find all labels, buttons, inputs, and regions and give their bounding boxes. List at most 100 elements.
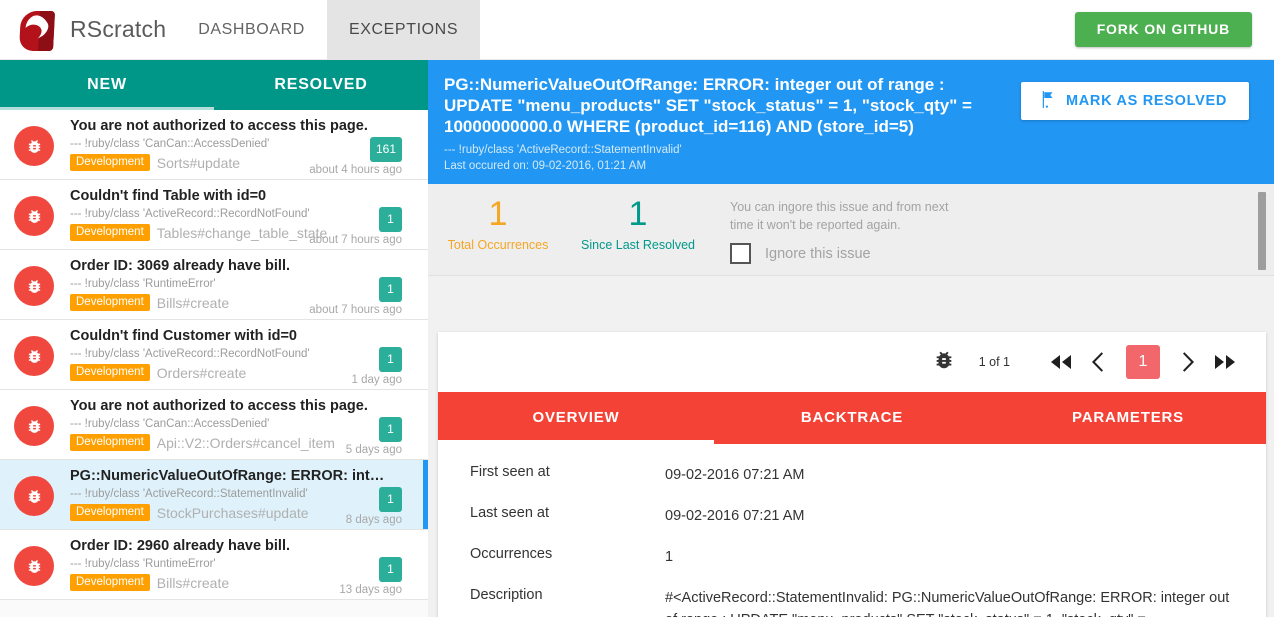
exception-item-class: --- !ruby/class 'RuntimeError' — [70, 558, 216, 570]
exception-item-action: Tables#change_table_state — [156, 224, 328, 241]
pager-page-1[interactable]: 1 — [1126, 345, 1160, 379]
detail-tabs: OVERVIEW BACKTRACE PARAMETERS — [438, 392, 1266, 444]
pager-prev-button[interactable] — [1080, 346, 1118, 378]
environment-badge: Development — [70, 224, 150, 241]
nav-tab-exceptions[interactable]: EXCEPTIONS — [326, 0, 481, 60]
overview-row-value: 09-02-2016 07:21 AM — [665, 467, 805, 483]
bug-icon — [933, 349, 979, 376]
total-occurrences-value: 1 — [488, 195, 508, 233]
exception-item-time: 8 days ago — [345, 514, 402, 526]
brand-logo-link[interactable]: RScratch — [0, 0, 176, 60]
exception-list-item[interactable]: Couldn't find Table with id=0 --- !ruby/c… — [0, 180, 428, 250]
exception-list-item[interactable]: Couldn't find Customer with id=0 --- !rub… — [0, 320, 428, 390]
bug-icon — [14, 476, 54, 516]
pager-next-button[interactable] — [1168, 346, 1206, 378]
overview-row-value: 1 — [665, 549, 674, 565]
exception-item-body: You are not authorized to access this pa… — [70, 117, 416, 180]
ignore-issue-note: You can ingore this issue and from next … — [730, 200, 949, 232]
tab-parameters[interactable]: PARAMETERS — [990, 392, 1266, 444]
exception-list-item[interactable]: Order ID: 2960 already have bill. --- !ru… — [0, 530, 428, 600]
exception-list-item[interactable]: You are not authorized to access this pa… — [0, 110, 428, 180]
mark-as-resolved-label: MARK AS RESOLVED — [1065, 93, 1227, 109]
exception-item-class: --- !ruby/class 'RuntimeError' — [70, 278, 216, 290]
environment-badge: Development — [70, 364, 150, 381]
exception-item-title: Order ID: 2960 already have bill. — [70, 538, 291, 554]
exception-item-body: PG::NumericValueOutOfRange: ERROR: integ… — [70, 467, 416, 530]
exception-pager: 1 of 1 1 — [438, 332, 1266, 392]
overview-row: Last seen at 09-02-2016 07:21 AM — [470, 505, 1266, 527]
ignore-issue-checkbox[interactable] — [730, 243, 751, 264]
brand-name: RScratch — [70, 16, 167, 42]
ignore-issue-row[interactable]: Ignore this issue — [730, 243, 960, 264]
exception-item-time: about 7 hours ago — [309, 234, 402, 246]
overview-row-label: Last seen at — [470, 505, 549, 521]
rscratch-logo-icon — [18, 8, 58, 52]
exception-list-item[interactable]: Order ID: 3069 already have bill. --- !ru… — [0, 250, 428, 320]
exceptions-sidebar: NEW RESOLVED You are not authorized to a… — [0, 60, 428, 617]
exception-item-time: about 7 hours ago — [309, 304, 402, 316]
exception-item-time: about 4 hours ago — [309, 164, 402, 176]
flag-icon — [1039, 90, 1066, 112]
exception-overview-card: 1 of 1 1 OVERVIEW BACKTRACE PARAMETERS F… — [438, 332, 1266, 617]
bug-icon — [14, 126, 54, 166]
exception-item-time: 13 days ago — [339, 584, 402, 596]
overview-row-value: #<ActiveRecord::StatementInvalid: PG::Nu… — [665, 590, 1230, 617]
exception-list-item[interactable]: You are not authorized to access this pa… — [0, 390, 428, 460]
exception-list[interactable]: You are not authorized to access this pa… — [0, 110, 428, 617]
exception-item-action: Orders#create — [156, 364, 247, 381]
exception-occurrence-badge: 1 — [379, 417, 402, 442]
exception-item-title: You are not authorized to access this pa… — [70, 118, 368, 134]
fork-on-github-button[interactable]: FORK ON GITHUB — [1074, 12, 1252, 47]
top-navigation-bar: RScratch DASHBOARD EXCEPTIONS FORK ON GI… — [0, 0, 1274, 60]
exception-item-action: Sorts#update — [156, 154, 241, 171]
environment-badge: Development — [70, 434, 150, 451]
overview-row-label: Description — [470, 587, 543, 603]
exception-item-action: Bills#create — [156, 574, 230, 591]
overview-row-value: 09-02-2016 07:21 AM — [665, 508, 805, 524]
stat-total-occurrences: 1 Total Occurrences — [428, 194, 568, 252]
tab-resolved[interactable]: RESOLVED — [214, 60, 428, 110]
exception-title: PG::NumericValueOutOfRange: ERROR: integ… — [444, 75, 972, 136]
bug-icon — [14, 196, 54, 236]
exception-item-body: Order ID: 3069 already have bill. --- !ru… — [70, 257, 416, 320]
exception-class: --- !ruby/class 'ActiveRecord::Statement… — [444, 144, 682, 156]
bug-icon — [14, 406, 54, 446]
environment-badge: Development — [70, 504, 150, 521]
exception-list-item[interactable]: PG::NumericValueOutOfRange: ERROR: integ… — [0, 460, 428, 530]
exception-item-title: PG::NumericValueOutOfRange: ERROR: integ… — [70, 468, 385, 484]
exception-occurrence-badge: 161 — [369, 137, 402, 162]
exception-item-class: --- !ruby/class 'ActiveRecord::RecordNot… — [70, 208, 310, 220]
exception-item-title: Couldn't find Customer with id=0 — [70, 328, 297, 344]
exception-item-title: Order ID: 3069 already have bill. — [70, 258, 291, 274]
exception-item-title: You are not authorized to access this pa… — [70, 398, 368, 414]
since-last-resolved-label: Since Last Resolved — [581, 238, 695, 252]
overview-row: Description #<ActiveRecord::StatementInva… — [470, 587, 1266, 617]
exception-detail-header: PG::NumericValueOutOfRange: ERROR: integ… — [428, 60, 1274, 184]
overview-row-label: First seen at — [470, 464, 550, 480]
exception-item-body: Couldn't find Table with id=0 --- !ruby/c… — [70, 187, 416, 250]
double-chevron-right-icon — [1215, 355, 1235, 369]
overview-row: Occurrences 1 — [470, 546, 1266, 568]
exception-detail-panel: PG::NumericValueOutOfRange: ERROR: integ… — [428, 60, 1274, 617]
exception-occurrence-badge: 1 — [379, 557, 402, 582]
exception-item-time: 5 days ago — [345, 444, 402, 456]
tab-backtrace[interactable]: BACKTRACE — [714, 392, 990, 444]
exception-last-occured: Last occured on: 09-02-2016, 01:21 AM — [444, 160, 647, 172]
pager-first-button[interactable] — [1042, 346, 1080, 378]
double-chevron-left-icon — [1051, 355, 1071, 369]
exception-stats-strip: 1 Total Occurrences 1 Since Last Resolve… — [428, 184, 1274, 276]
nav-tab-dashboard[interactable]: DASHBOARD — [176, 0, 327, 60]
stats-scrollbar[interactable] — [1258, 192, 1266, 270]
exception-occurrence-badge: 1 — [379, 347, 402, 372]
exception-item-body: Couldn't find Customer with id=0 --- !rub… — [70, 327, 416, 390]
tab-new[interactable]: NEW — [0, 60, 214, 110]
mark-as-resolved-button[interactable]: MARK AS RESOLVED — [1020, 82, 1249, 120]
exception-item-class: --- !ruby/class 'CanCan::AccessDenied' — [70, 418, 270, 430]
ignore-issue-box: You can ingore this issue and from next … — [730, 194, 960, 264]
exception-item-action: Api::V2::Orders#cancel_item — [156, 434, 335, 451]
bug-icon — [14, 546, 54, 586]
pager-last-button[interactable] — [1206, 346, 1244, 378]
bug-icon — [14, 336, 54, 376]
environment-badge: Development — [70, 294, 150, 311]
tab-overview[interactable]: OVERVIEW — [438, 392, 714, 444]
